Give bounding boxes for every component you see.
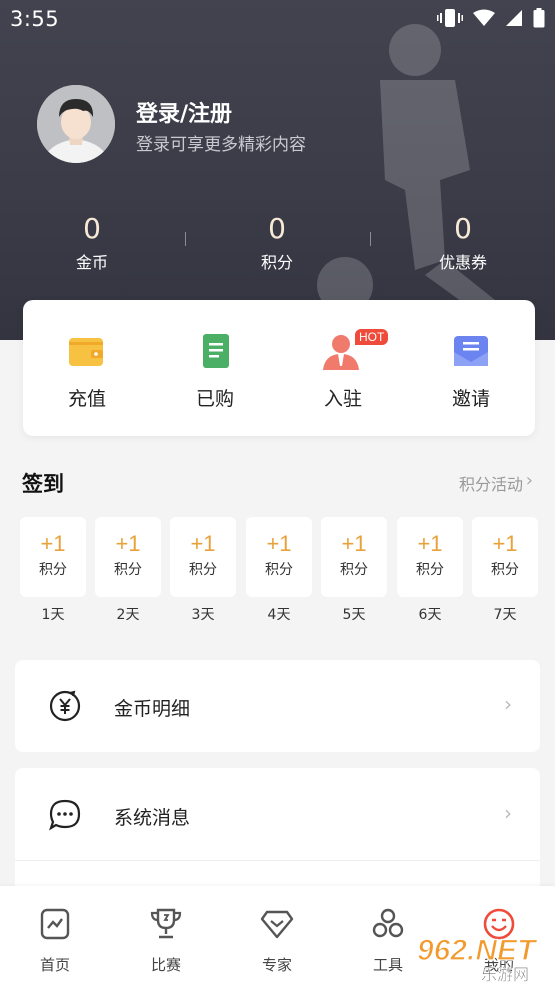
- football-player-background-icon: [317, 24, 495, 315]
- quick-action-label: 邀请: [451, 388, 490, 410]
- signin-day-card[interactable]: +1 积分: [170, 517, 236, 597]
- signin-day-label: 4天: [267, 607, 291, 623]
- signin-unit: 积分: [265, 562, 293, 578]
- stat-value: 0: [454, 212, 472, 245]
- signin-day-label: 2天: [116, 607, 140, 623]
- signin-day-card[interactable]: +1 积分: [321, 517, 387, 597]
- message-icon: [49, 799, 81, 831]
- signin-points: +1: [190, 531, 216, 556]
- profile-header: 3:55 登录/注册 登录可享更多精彩内容 0 金币 0 积分 0 优惠券: [0, 0, 555, 340]
- wallet-icon: [65, 332, 109, 372]
- signin-day-label: 7天: [493, 607, 517, 623]
- login-register-link[interactable]: 登录/注册: [136, 96, 232, 128]
- signin-points: +1: [417, 531, 443, 556]
- signal-icon: [506, 10, 522, 26]
- watermark-logo: 962.NET 乐游网: [416, 933, 538, 984]
- signin-points: +1: [115, 531, 141, 556]
- nav-experts[interactable]: 专家: [232, 906, 322, 975]
- menu-item-label: 系统消息: [114, 807, 191, 829]
- signin-day-label: 5天: [342, 607, 366, 623]
- points-activity-link[interactable]: 积分活动: [459, 471, 523, 495]
- watermark-text: 962.NET: [417, 934, 538, 967]
- quick-action-label: 充值: [67, 388, 106, 410]
- signin-unit: 积分: [189, 562, 217, 578]
- profile-page: 3:55 登录/注册 登录可享更多精彩内容 0 金币 0 积分 0 优惠券 充值…: [0, 0, 555, 988]
- stat-value: 0: [268, 212, 286, 245]
- signin-day-label: 1天: [41, 607, 65, 623]
- signin-day-card[interactable]: +1 积分: [472, 517, 538, 597]
- account-stats: 0 金币 0 积分 0 优惠券: [0, 212, 555, 272]
- nav-label: 比赛: [150, 956, 181, 974]
- nav-label: 专家: [261, 956, 292, 974]
- diamond-icon: [260, 910, 294, 939]
- quick-action-join[interactable]: HOT 入驻: [279, 329, 407, 411]
- battery-icon: [533, 8, 545, 28]
- signin-day-card[interactable]: +1 积分: [246, 517, 312, 597]
- quick-action-label: 入驻: [323, 388, 362, 410]
- signin-title: 签到: [22, 472, 64, 496]
- signin-points: +1: [266, 531, 292, 556]
- signin-points: +1: [40, 531, 66, 556]
- vibrate-icon: [437, 9, 463, 27]
- signin-points: +1: [341, 531, 367, 556]
- row-divider: [15, 860, 540, 861]
- nav-home[interactable]: 首页: [10, 906, 100, 975]
- document-icon: [193, 332, 237, 372]
- trophy-icon: [150, 908, 182, 939]
- user-avatar-icon: [37, 85, 115, 163]
- nav-matches[interactable]: 比赛: [121, 906, 211, 975]
- home-chart-icon: [40, 908, 70, 940]
- quick-action-recharge[interactable]: 充值: [23, 332, 151, 411]
- wifi-icon: [473, 9, 495, 26]
- chevron-right-icon: ›: [525, 470, 533, 491]
- tools-icon: [372, 908, 404, 938]
- watermark-subtext: 乐游网: [481, 965, 529, 984]
- signin-day-label: 3天: [191, 607, 215, 623]
- signin-unit: 积分: [416, 562, 444, 578]
- signin-unit: 积分: [114, 562, 142, 578]
- signin-unit: 积分: [39, 562, 67, 578]
- stat-label: 积分: [260, 253, 293, 272]
- stat-value: 0: [83, 212, 101, 245]
- person-icon: HOT: [321, 329, 389, 372]
- coin-icon: [49, 690, 81, 722]
- bottom-navigation: 首页 比赛 专家 工具 我的 962.NET 乐游网: [0, 886, 555, 988]
- stat-coins[interactable]: 0 金币: [22, 212, 162, 273]
- quick-action-invite[interactable]: 邀请: [407, 332, 535, 411]
- stat-label: 优惠券: [438, 253, 487, 272]
- nav-label: 首页: [39, 956, 70, 974]
- status-icons: [437, 8, 545, 28]
- signin-unit: 积分: [340, 562, 368, 578]
- signin-points: +1: [492, 531, 518, 556]
- chevron-right-icon: ›: [504, 692, 512, 716]
- signin-unit: 积分: [491, 562, 519, 578]
- quick-action-label: 已购: [195, 388, 234, 410]
- quick-actions-card: 充值 已购 HOT 入驻 邀请: [23, 300, 535, 436]
- menu-item-label: 金币明细: [114, 698, 191, 720]
- menu-item-coin-detail[interactable]: 金币明细 ›: [15, 660, 540, 752]
- status-time: 3:55: [10, 7, 60, 31]
- stat-divider: [185, 232, 186, 246]
- chevron-right-icon: ›: [504, 801, 512, 825]
- quick-action-purchased[interactable]: 已购: [151, 332, 279, 411]
- envelope-icon: [449, 332, 493, 372]
- hot-badge: HOT: [355, 329, 389, 345]
- login-subtitle: 登录可享更多精彩内容: [136, 135, 306, 155]
- signin-day-card[interactable]: +1 积分: [20, 517, 86, 597]
- signin-day-card[interactable]: +1 积分: [95, 517, 161, 597]
- stat-label: 金币: [75, 253, 108, 272]
- signin-day-label: 6天: [418, 607, 442, 623]
- stat-points[interactable]: 0 积分: [207, 212, 347, 273]
- stat-coupons[interactable]: 0 优惠券: [393, 212, 533, 273]
- stat-divider: [370, 232, 371, 246]
- avatar[interactable]: [37, 85, 115, 163]
- signin-day-card[interactable]: +1 积分: [397, 517, 463, 597]
- status-bar: 3:55: [0, 0, 555, 38]
